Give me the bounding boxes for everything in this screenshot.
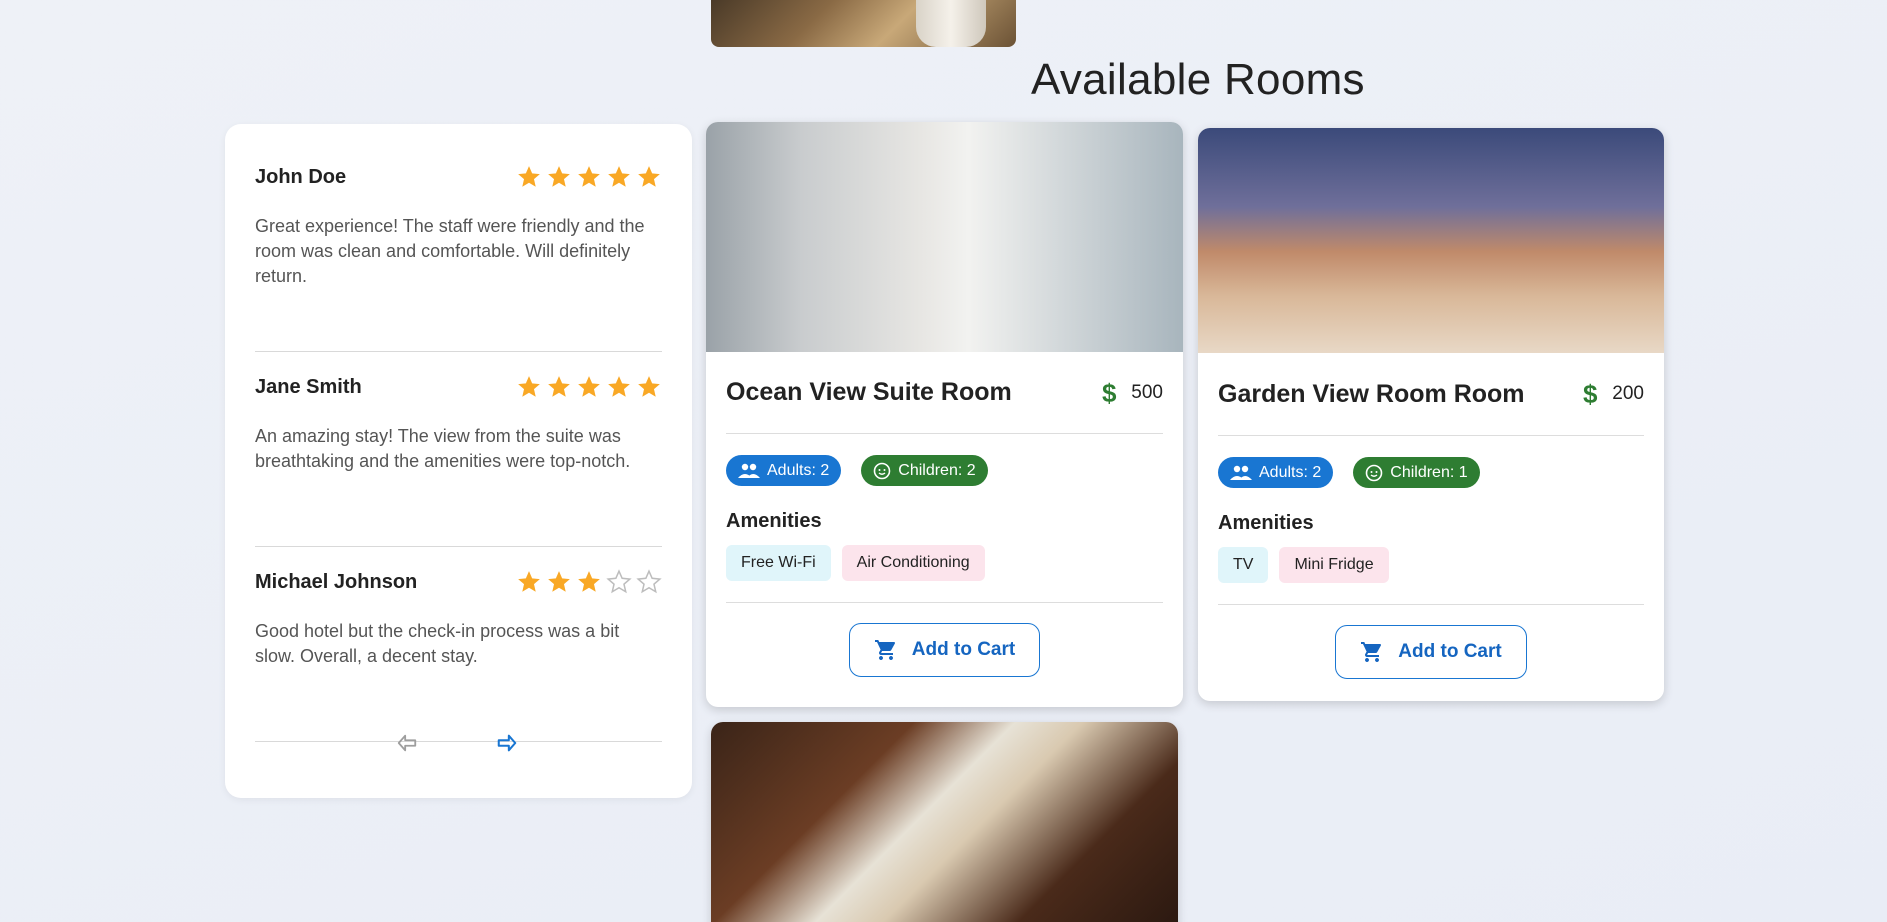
star-filled-icon bbox=[548, 376, 570, 397]
star-filled-icon bbox=[608, 376, 630, 397]
star-filled-icon bbox=[578, 376, 600, 397]
people-icon bbox=[738, 463, 760, 478]
child-face-icon bbox=[873, 462, 891, 479]
reviews-panel: John Doe Great experience! The staff wer… bbox=[225, 124, 692, 798]
svg-text:$: $ bbox=[1583, 381, 1598, 407]
room-name: Ocean View Suite Room bbox=[726, 378, 1012, 406]
child-face-icon bbox=[1365, 464, 1383, 481]
star-filled-icon bbox=[518, 571, 540, 592]
star-filled-icon bbox=[578, 166, 600, 187]
prev-review-button[interactable] bbox=[393, 729, 421, 757]
add-to-cart-button[interactable]: Add to Cart bbox=[1335, 625, 1527, 679]
dollar-icon: $ bbox=[1102, 380, 1117, 406]
food-image bbox=[711, 722, 1178, 922]
adults-chip: Adults: 2 bbox=[1218, 457, 1334, 488]
star-rating bbox=[516, 374, 662, 400]
amenity-tag: Free Wi-Fi bbox=[726, 545, 831, 581]
reviewer-name: Jane Smith bbox=[255, 375, 362, 398]
star-filled-icon bbox=[548, 571, 570, 592]
arrow-left-icon bbox=[397, 734, 417, 752]
amenity-tag: Mini Fridge bbox=[1279, 547, 1389, 583]
children-chip: Children: 1 bbox=[1353, 457, 1480, 488]
children-chip: Children: 2 bbox=[861, 455, 988, 486]
room-card: Garden View Room Room $ 200 Adults: 2 Ch… bbox=[1198, 128, 1664, 701]
star-rating bbox=[516, 164, 662, 190]
room-image bbox=[706, 122, 1183, 352]
room-name: Garden View Room Room bbox=[1218, 379, 1525, 408]
arrow-right-icon bbox=[497, 734, 517, 752]
room-price: $ 200 bbox=[1582, 381, 1644, 407]
cart-icon bbox=[874, 640, 895, 660]
review-text: Great experience! The staff were friendl… bbox=[255, 216, 645, 286]
reviewer-name: John Doe bbox=[255, 165, 347, 188]
food-card bbox=[711, 722, 1178, 922]
star-filled-icon bbox=[518, 376, 540, 397]
review-item: John Doe Great experience! The staff wer… bbox=[255, 164, 662, 352]
dollar-icon: $ bbox=[1583, 381, 1598, 407]
reviewer-name: Michael Johnson bbox=[255, 570, 418, 593]
star-filled-icon bbox=[638, 166, 660, 187]
page-title: Available Rooms bbox=[1031, 55, 1365, 104]
star-rating bbox=[516, 569, 662, 595]
price-value: 200 bbox=[1612, 383, 1644, 404]
restaurant-image bbox=[711, 0, 1016, 47]
room-price: $ 500 bbox=[1101, 380, 1163, 406]
next-review-button[interactable] bbox=[493, 729, 521, 757]
star-filled-icon bbox=[578, 571, 600, 592]
people-icon bbox=[1230, 465, 1252, 480]
amenities-title: Amenities bbox=[1218, 512, 1314, 534]
cart-icon bbox=[1361, 642, 1382, 662]
review-item: Michael Johnson Good hotel but the check… bbox=[255, 569, 662, 742]
star-filled-icon bbox=[518, 166, 540, 187]
amenity-tag: Air Conditioning bbox=[841, 545, 985, 581]
star-filled-icon bbox=[608, 166, 630, 187]
star-filled-icon bbox=[638, 376, 660, 397]
review-item: Jane Smith An amazing stay! The view fro… bbox=[255, 374, 662, 547]
star-empty-icon bbox=[636, 569, 662, 594]
amenity-tag: TV bbox=[1218, 547, 1269, 583]
room-image bbox=[1198, 128, 1664, 353]
add-to-cart-button[interactable]: Add to Cart bbox=[848, 623, 1041, 677]
price-value: 500 bbox=[1131, 381, 1163, 403]
adults-chip: Adults: 2 bbox=[726, 455, 842, 486]
star-empty-icon bbox=[606, 569, 632, 594]
room-card: Ocean View Suite Room $ 500 Adults: 2 Ch… bbox=[706, 122, 1183, 707]
star-filled-icon bbox=[548, 166, 570, 187]
svg-text:$: $ bbox=[1102, 380, 1117, 406]
review-text: Good hotel but the check-in process was … bbox=[255, 621, 620, 666]
amenities-title: Amenities bbox=[726, 510, 822, 532]
review-text: An amazing stay! The view from the suite… bbox=[255, 426, 631, 471]
